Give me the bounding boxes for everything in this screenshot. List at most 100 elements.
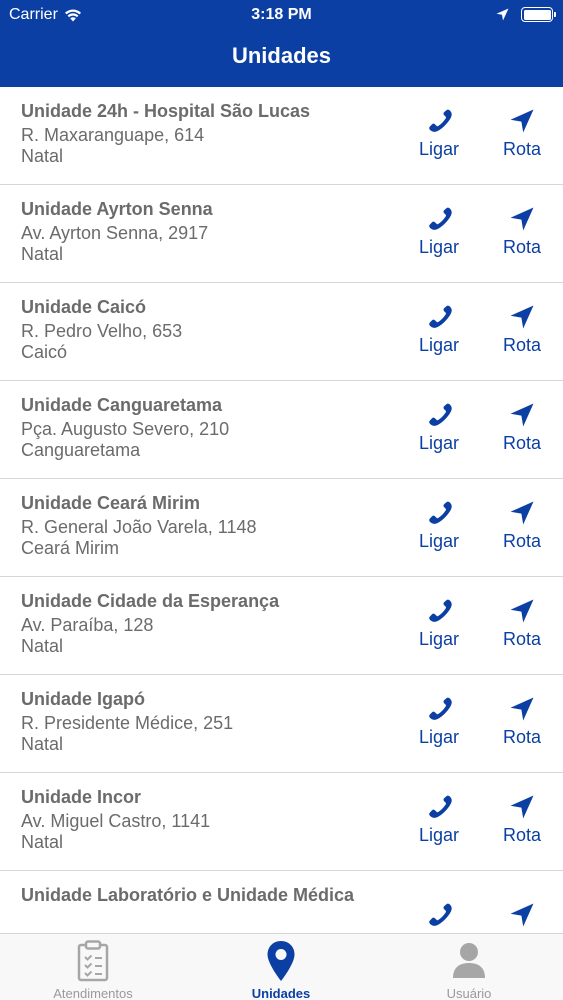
unit-info: Unidade Canguaretama Pça. Augusto Severo… (21, 395, 413, 461)
call-button[interactable]: Ligar (404, 597, 474, 650)
phone-icon (429, 207, 452, 230)
call-label: Ligar (418, 825, 460, 845)
route-button[interactable]: Rota (487, 401, 557, 454)
navigation-arrow-icon (510, 403, 534, 427)
navigation-arrow-icon (510, 795, 534, 819)
phone-icon (429, 903, 452, 926)
unit-row[interactable]: Unidade Ayrton Senna Av. Ayrton Senna, 2… (0, 185, 563, 283)
call-label: Ligar (418, 531, 460, 551)
user-icon (389, 940, 549, 982)
unit-info: Unidade 24h - Hospital São Lucas R. Maxa… (21, 101, 413, 167)
route-button[interactable]: Rota (487, 107, 557, 160)
page-title: Unidades (231, 43, 332, 68)
navigation-arrow-icon (510, 903, 534, 927)
phone-icon (429, 501, 452, 524)
unit-info: Unidade Caicó R. Pedro Velho, 653 Caicó (21, 297, 413, 363)
location-pin-icon (201, 940, 361, 982)
tab-bar: Atendimentos Unidades Usuário (0, 933, 563, 1000)
phone-icon (429, 599, 452, 622)
call-label: Ligar (418, 433, 460, 453)
unit-address: R. Pedro Velho, 653 (21, 321, 183, 341)
unit-row[interactable]: Unidade Laboratório e Unidade Médica Lig… (0, 871, 563, 933)
unit-city: Natal (21, 832, 64, 852)
call-button[interactable]: Ligar (404, 303, 474, 356)
status-time: 3:18 PM (251, 6, 312, 23)
route-label: Rota (502, 237, 542, 257)
call-button[interactable]: Ligar (404, 107, 474, 160)
unit-city: Caicó (21, 342, 68, 362)
route-label: Rota (502, 139, 542, 159)
phone-icon (429, 109, 452, 132)
unit-row[interactable]: Unidade Igapó R. Presidente Médice, 251 … (0, 675, 563, 773)
unit-name: Unidade Ceará Mirim (21, 493, 201, 513)
route-button[interactable]: Rota (487, 695, 557, 748)
unit-row[interactable]: Unidade Ceará Mirim R. General João Vare… (0, 479, 563, 577)
unit-name: Unidade Laboratório e Unidade Médica (21, 885, 355, 905)
call-button[interactable]: Ligar (404, 499, 474, 552)
route-button[interactable]: Rota (487, 205, 557, 258)
navigation-arrow-icon (510, 697, 534, 721)
unit-info: Unidade Ceará Mirim R. General João Vare… (21, 493, 413, 559)
tab-label: Atendimentos (53, 986, 133, 1000)
tab-label: Unidades (251, 986, 311, 1000)
route-label: Rota (502, 335, 542, 355)
unit-info: Unidade Cidade da Esperança Av. Paraíba,… (21, 591, 413, 657)
call-button[interactable]: Ligar (404, 901, 474, 933)
unit-name: Unidade 24h - Hospital São Lucas (21, 101, 311, 121)
navigation-arrow-icon (510, 501, 534, 525)
navigation-arrow-icon (510, 207, 534, 231)
unit-name: Unidade Ayrton Senna (21, 199, 213, 219)
call-button[interactable]: Ligar (404, 401, 474, 454)
route-label: Rota (502, 531, 542, 551)
phone-icon (429, 795, 452, 818)
unit-row[interactable]: Unidade Incor Av. Miguel Castro, 1141 Na… (0, 773, 563, 871)
unit-name: Unidade Caicó (21, 297, 147, 317)
route-button[interactable]: Rota (487, 597, 557, 650)
unit-row[interactable]: Unidade Caicó R. Pedro Velho, 653 Caicó … (0, 283, 563, 381)
call-button[interactable]: Ligar (404, 793, 474, 846)
navigation-arrow-icon (510, 305, 534, 329)
route-button[interactable]: Rota (487, 303, 557, 356)
route-button[interactable]: Rota (487, 793, 557, 846)
call-button[interactable]: Ligar (404, 205, 474, 258)
phone-icon (429, 305, 452, 328)
unit-name: Unidade Cidade da Esperança (21, 591, 280, 611)
unit-name: Unidade Igapó (21, 689, 146, 709)
unit-address: Pça. Augusto Severo, 210 (21, 419, 230, 439)
route-button[interactable]: Rota (487, 499, 557, 552)
units-list[interactable]: Unidade 24h - Hospital São Lucas R. Maxa… (0, 87, 563, 933)
route-label: Rota (502, 433, 542, 453)
unit-info: Unidade Ayrton Senna Av. Ayrton Senna, 2… (21, 199, 413, 265)
call-label: Ligar (418, 727, 460, 747)
call-label: Ligar (418, 335, 460, 355)
unit-info: Unidade Igapó R. Presidente Médice, 251 … (21, 689, 413, 755)
location-arrow-icon (496, 8, 509, 21)
unit-row[interactable]: Unidade Canguaretama Pça. Augusto Severo… (0, 381, 563, 479)
status-bar: Carrier 3:18 PM (0, 0, 563, 30)
navigation-arrow-icon (510, 599, 534, 623)
route-button[interactable]: Rota (487, 901, 557, 933)
call-label: Ligar (418, 629, 460, 649)
unit-address: Av. Miguel Castro, 1141 (21, 811, 211, 831)
unit-city: Natal (21, 734, 64, 754)
tab-unidades[interactable]: Unidades (201, 940, 361, 1000)
navigation-arrow-icon (510, 109, 534, 133)
unit-row[interactable]: Unidade 24h - Hospital São Lucas R. Maxa… (0, 87, 563, 185)
clipboard-icon (13, 940, 173, 982)
unit-address: Av. Ayrton Senna, 2917 (21, 223, 209, 243)
unit-address: R. General João Varela, 1148 (21, 517, 257, 537)
route-label: Rota (502, 825, 542, 845)
unit-row[interactable]: Unidade Cidade da Esperança Av. Paraíba,… (0, 577, 563, 675)
unit-city: Natal (21, 244, 64, 264)
unit-city: Natal (21, 636, 64, 656)
unit-address: R. Maxaranguape, 614 (21, 125, 205, 145)
call-label: Ligar (418, 237, 460, 257)
tab-atendimentos[interactable]: Atendimentos (13, 940, 173, 1000)
route-label: Rota (502, 629, 542, 649)
route-label: Rota (502, 727, 542, 747)
unit-info: Unidade Laboratório e Unidade Médica (21, 885, 413, 909)
tab-usuario[interactable]: Usuário (389, 940, 549, 1000)
unit-address: R. Presidente Médice, 251 (21, 713, 234, 733)
phone-icon (429, 403, 452, 426)
call-button[interactable]: Ligar (404, 695, 474, 748)
